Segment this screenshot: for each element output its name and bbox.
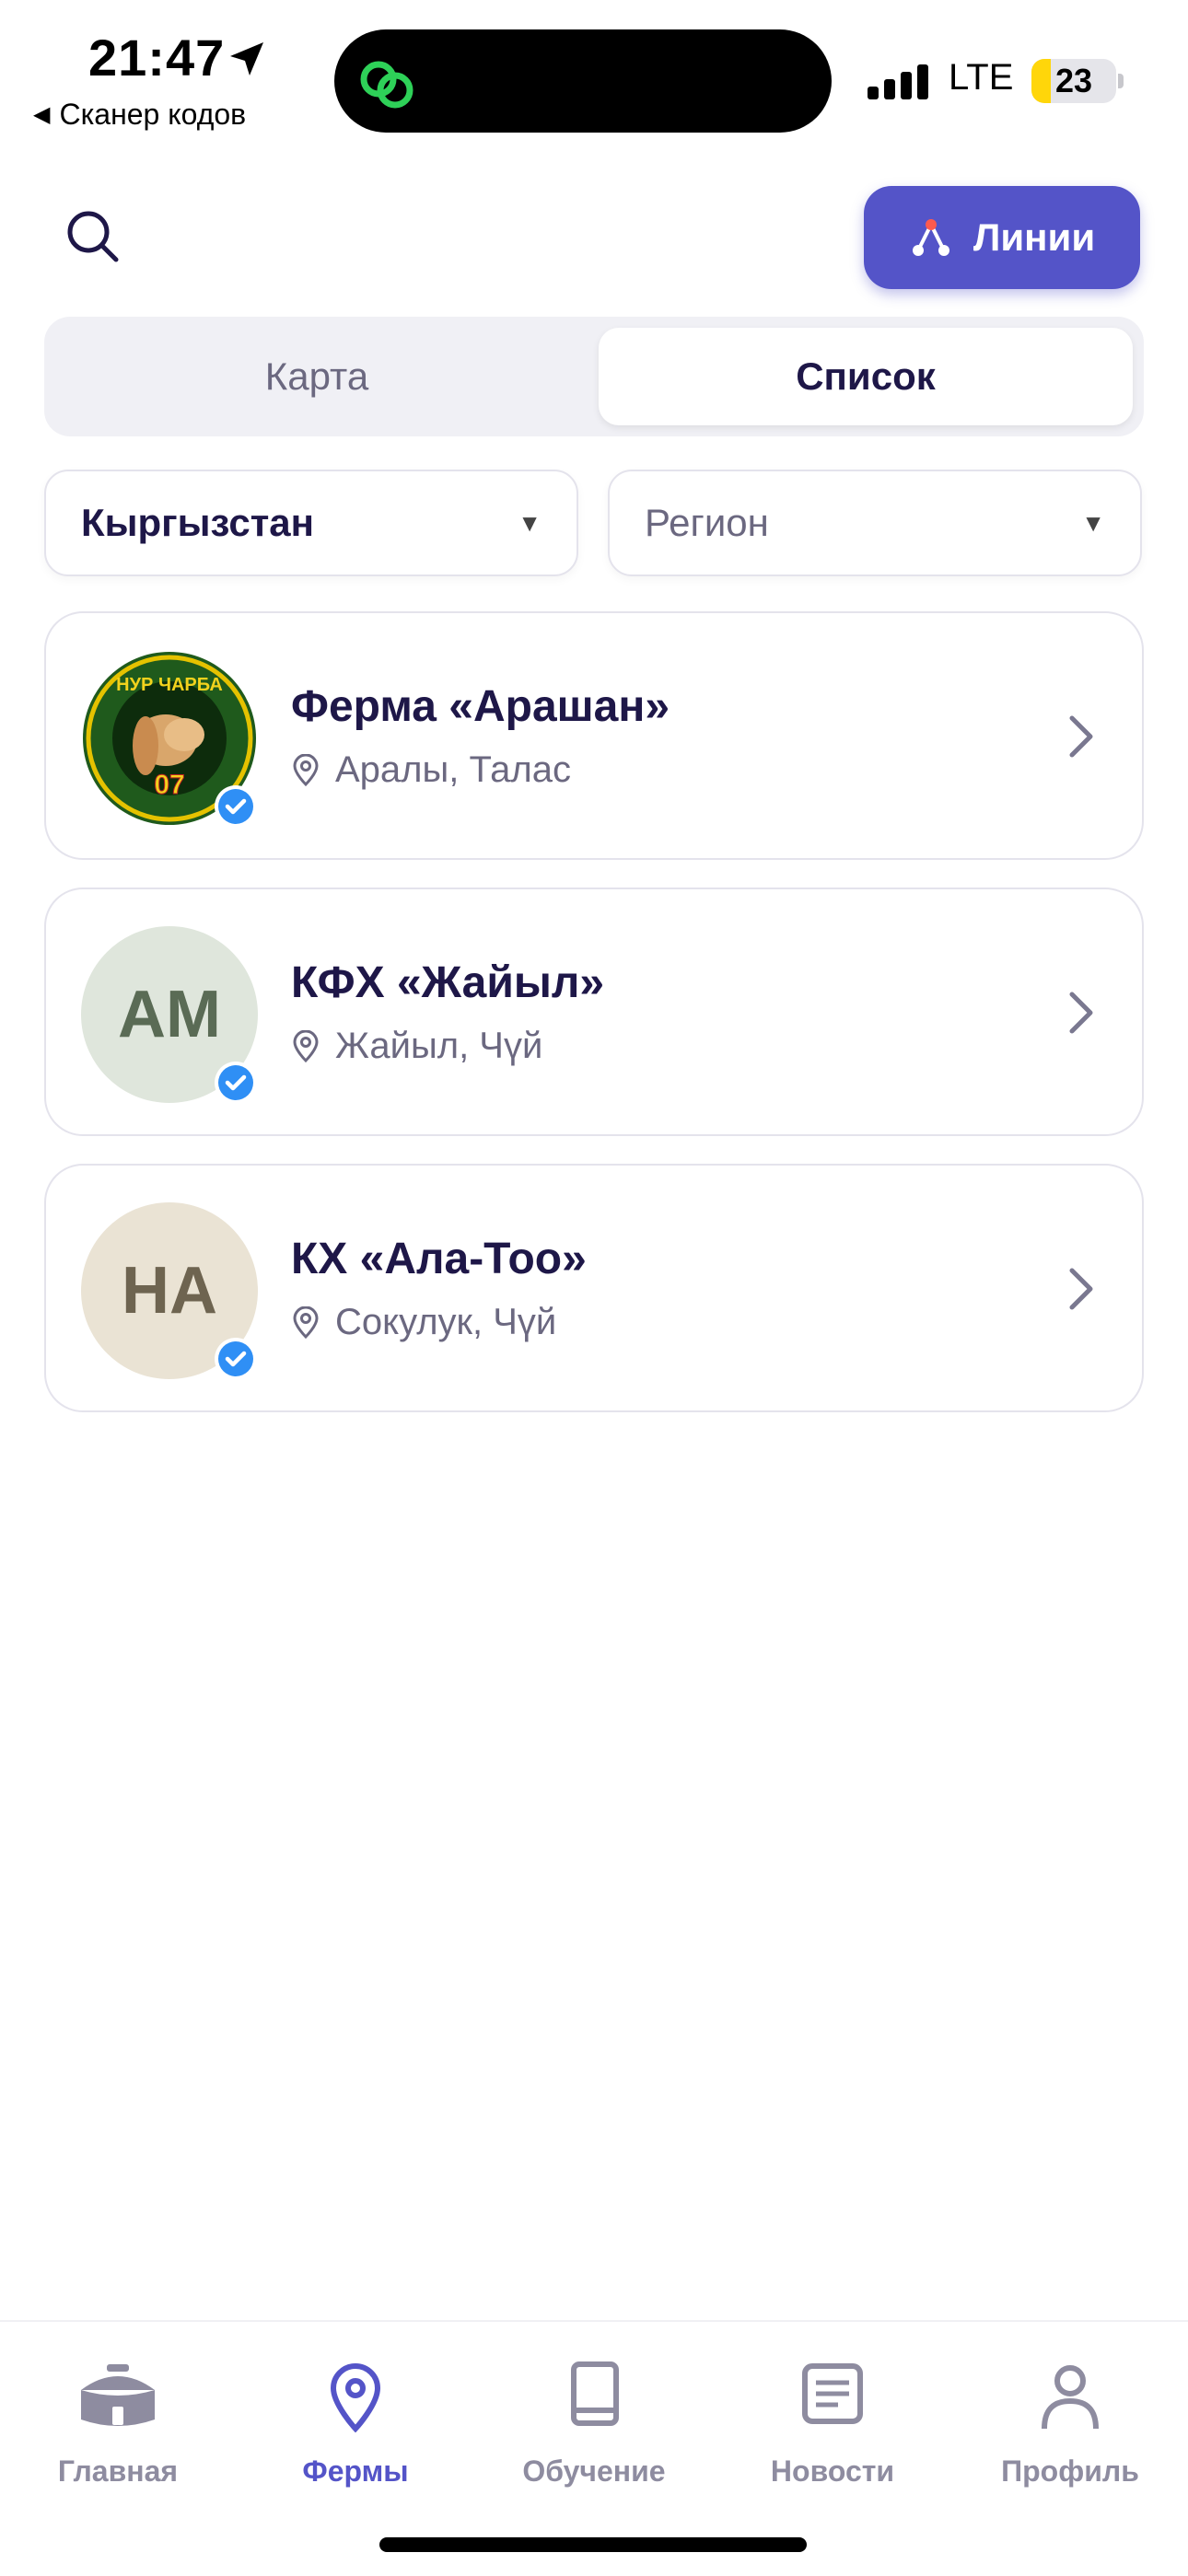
tab-learning-label: Обучение bbox=[522, 2454, 666, 2488]
yurt-icon bbox=[81, 2364, 155, 2426]
chevron-right-icon bbox=[1069, 992, 1093, 1034]
battery-icon: 23 bbox=[1031, 59, 1116, 103]
region-dropdown-placeholder: Регион bbox=[645, 501, 769, 544]
search-icon[interactable] bbox=[63, 206, 123, 267]
tab-list[interactable]: Список bbox=[599, 328, 1133, 425]
back-app-label: Сканер кодов bbox=[59, 98, 247, 131]
tab-profile-label: Профиль bbox=[1001, 2454, 1139, 2488]
country-dropdown-value: Кыргызстан bbox=[81, 501, 315, 544]
dropdown-caret-icon: ▼ bbox=[518, 508, 542, 537]
person-icon bbox=[1042, 2365, 1099, 2430]
tree-icon bbox=[912, 219, 949, 256]
tab-learning[interactable]: Обучение bbox=[483, 2359, 705, 2489]
tab-home-label: Главная bbox=[57, 2454, 179, 2488]
map-pin-icon bbox=[293, 1029, 319, 1062]
farm-location: Сокулук, Чүй bbox=[291, 1302, 556, 1343]
map-pin-icon bbox=[293, 753, 319, 786]
farm-location: Аралы, Талас bbox=[291, 749, 571, 791]
farm-location-text: Аралы, Талас bbox=[335, 749, 571, 790]
lines-button[interactable]: Линии bbox=[864, 186, 1140, 289]
dropdown-caret-icon: ▼ bbox=[1081, 508, 1105, 537]
lines-button-label: Линии bbox=[973, 215, 1096, 259]
farm-location-text: Жайыл, Чүй bbox=[335, 1026, 543, 1066]
tab-news-label: Новости bbox=[770, 2454, 895, 2488]
back-triangle-icon: ◀ bbox=[33, 102, 51, 127]
farm-name: Ферма «Арашан» bbox=[291, 682, 670, 731]
tab-farms[interactable]: Фермы bbox=[245, 2359, 466, 2489]
news-icon bbox=[802, 2363, 863, 2424]
tab-map[interactable]: Карта bbox=[55, 328, 578, 425]
logo-title: НУР ЧАРБА bbox=[116, 675, 223, 695]
map-pin-icon bbox=[330, 2363, 381, 2432]
status-time: 21:47 bbox=[88, 29, 226, 87]
location-arrow-icon bbox=[230, 42, 263, 75]
battery-cap bbox=[1118, 74, 1124, 88]
verified-badge-icon bbox=[215, 785, 257, 828]
tab-news[interactable]: Новости bbox=[722, 2359, 943, 2489]
book-icon bbox=[571, 2361, 619, 2426]
logo-number: 07 bbox=[154, 770, 184, 800]
verified-badge-icon bbox=[215, 1338, 257, 1380]
battery-level: 23 bbox=[1054, 62, 1093, 99]
region-dropdown[interactable]: Регион ▼ bbox=[608, 470, 1142, 576]
farm-name: КФХ «Жайыл» bbox=[291, 958, 605, 1007]
verified-badge-icon bbox=[215, 1062, 257, 1104]
chevron-right-icon bbox=[1069, 1268, 1093, 1310]
tab-farms-label: Фермы bbox=[302, 2454, 409, 2488]
farm-card[interactable]: АМ КФХ «Жайыл» Жайыл, Чүй bbox=[44, 888, 1144, 1136]
farm-name: КХ «Ала-Тоо» bbox=[291, 1235, 587, 1283]
tab-home[interactable]: Главная bbox=[7, 2359, 228, 2489]
farm-card[interactable]: НУР ЧАРБА 07 Ферма «Арашан» Аралы, Талас bbox=[44, 611, 1144, 860]
farm-location-text: Сокулук, Чүй bbox=[335, 1302, 557, 1342]
tab-profile[interactable]: Профиль bbox=[960, 2359, 1181, 2489]
view-segmented-control: Карта Список bbox=[44, 317, 1144, 436]
signal-icon bbox=[868, 64, 928, 99]
home-indicator bbox=[379, 2537, 807, 2552]
farm-location: Жайыл, Чүй bbox=[291, 1026, 542, 1067]
back-to-app-link[interactable]: ◀ Сканер кодов bbox=[33, 98, 246, 132]
map-pin-icon bbox=[293, 1305, 319, 1339]
farm-card[interactable]: НА КХ «Ала-Тоо» Сокулук, Чүй bbox=[44, 1164, 1144, 1412]
country-dropdown[interactable]: Кыргызстан ▼ bbox=[44, 470, 578, 576]
chevron-right-icon bbox=[1069, 715, 1093, 758]
app-link-icon bbox=[360, 61, 413, 109]
network-type: LTE bbox=[949, 57, 1014, 98]
